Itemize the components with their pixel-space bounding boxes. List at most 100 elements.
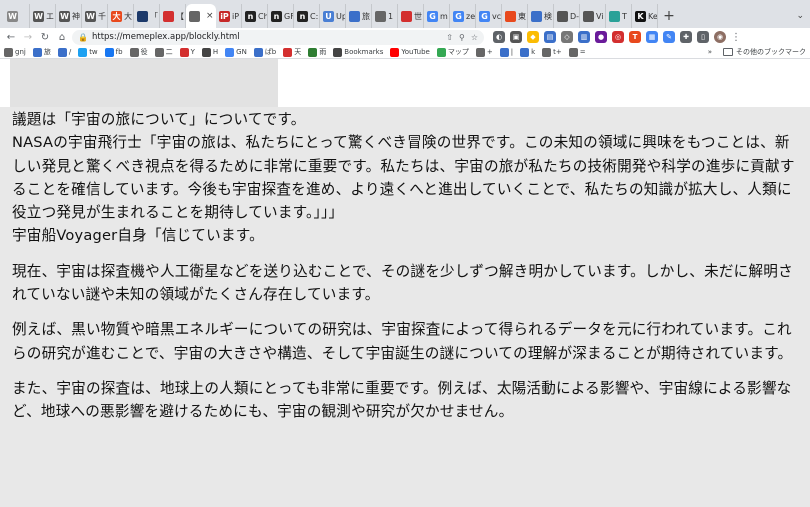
bookmark-favicon-icon (253, 47, 263, 57)
browser-tab[interactable]: n GF (268, 4, 294, 28)
extension-icon[interactable]: ▥ (578, 31, 590, 43)
bookmark-item[interactable]: | (499, 47, 513, 57)
extension-icon[interactable]: ▣ (510, 31, 522, 43)
article-quote-nasa: NASAの宇宙飛行士「宇宙の旅は、私たちにとって驚くべき冒険の世界です。この未知… (12, 134, 795, 222)
tab-favicon-icon: n (245, 10, 256, 22)
browser-tab[interactable]: U Up (320, 4, 346, 28)
zoom-icon[interactable]: ⚲ (459, 33, 465, 42)
bookmark-item[interactable]: 旅 (32, 47, 51, 57)
bookmark-item[interactable]: GN (225, 47, 247, 57)
extension-icon[interactable]: ◇ (561, 31, 573, 43)
tab-favicon-icon: G (427, 10, 438, 22)
extensions-puzzle-icon[interactable]: ✚ (680, 31, 692, 43)
bookmark-item[interactable]: gnj (4, 47, 26, 57)
tab-close-icon[interactable]: × (206, 11, 214, 21)
browser-tab[interactable]: T (606, 4, 632, 28)
browser-tab[interactable]: n Ch (242, 4, 268, 28)
new-tab-button[interactable]: + (658, 4, 680, 28)
extension-icon[interactable]: ● (595, 31, 607, 43)
bookmark-label: ぱb (264, 48, 277, 56)
bookmark-item[interactable]: 天 (283, 47, 301, 57)
tab-favicon-icon (531, 10, 542, 22)
bookmark-favicon-icon (78, 47, 88, 57)
forward-icon[interactable]: → (21, 30, 35, 44)
side-panel-icon[interactable]: ▯ (697, 31, 709, 43)
bookmark-star-icon[interactable]: ☆ (471, 33, 478, 42)
bookmark-item[interactable]: / (57, 47, 71, 57)
extension-icon[interactable]: ▦ (646, 31, 658, 43)
bookmark-item[interactable]: Y (179, 47, 195, 57)
menu-dots-icon[interactable]: ⋮ (731, 32, 741, 43)
tab-favicon-icon: iP (219, 10, 230, 22)
extension-icon[interactable]: ✎ (663, 31, 675, 43)
profile-avatar[interactable]: ◉ (714, 31, 726, 43)
bookmark-item[interactable]: ぱb (253, 47, 277, 57)
browser-tab[interactable]: n C: (294, 4, 320, 28)
reload-icon[interactable]: ↻ (38, 30, 52, 44)
bookmark-item[interactable]: Bookmarks (333, 47, 383, 57)
bookmark-favicon-icon (4, 47, 13, 57)
bookmark-item[interactable]: = (568, 47, 586, 57)
browser-tab[interactable]: 【 (160, 4, 186, 28)
bookmark-label: gnj (15, 48, 26, 56)
tab-favicon-icon (401, 10, 412, 22)
back-icon[interactable]: ← (4, 30, 18, 44)
browser-tab[interactable]: W神 (56, 4, 82, 28)
bookmark-item[interactable]: tw (78, 47, 98, 57)
browser-tab[interactable]: Gvc (476, 4, 502, 28)
browser-tab[interactable]: K Ke (632, 4, 658, 28)
bookmark-favicon-icon (520, 47, 530, 57)
browser-tab[interactable]: iP iP (216, 4, 242, 28)
bookmark-item[interactable]: 役 (129, 47, 148, 57)
tab-favicon-icon: n (271, 10, 282, 22)
browser-tab[interactable]: 検 (528, 4, 554, 28)
bookmark-item[interactable]: 雨 (308, 47, 326, 57)
browser-tab[interactable]: Wエ (30, 4, 56, 28)
bookmark-item[interactable]: k (520, 47, 535, 57)
extension-icon[interactable]: ▤ (544, 31, 556, 43)
bookmark-item[interactable]: YouTube (390, 47, 430, 57)
browser-tab[interactable]: Vi (580, 4, 606, 28)
browser-tab[interactable]: 世 (398, 4, 424, 28)
browser-tab[interactable]: Gm (424, 4, 450, 28)
bookmark-item[interactable]: 二 (154, 47, 173, 57)
extension-icon[interactable]: ◆ (527, 31, 539, 43)
address-bar[interactable]: 🔒 https://memeplex.app/blockly.html ⇧ ⚲ … (72, 29, 484, 45)
bookmark-item[interactable]: t+ (542, 47, 562, 57)
bookmark-item[interactable]: + (475, 47, 493, 57)
bookmark-favicon-icon (154, 47, 164, 57)
bookmark-label: 役 (140, 48, 148, 56)
other-bookmarks[interactable]: » その他のブックマーク (708, 47, 806, 57)
browser-tab[interactable]: × (186, 4, 216, 28)
bookmark-favicon-icon (179, 47, 189, 57)
browser-tab[interactable]: W (4, 4, 30, 28)
bookmark-item[interactable]: マップ (436, 47, 469, 57)
tab-search-icon[interactable]: ⌄ (796, 4, 804, 28)
tab-favicon-icon: U (323, 10, 334, 22)
home-icon[interactable]: ⌂ (55, 30, 69, 44)
extension-icon[interactable]: T (629, 31, 641, 43)
article-paragraph: また、宇宙の探査は、地球上の人類にとっても非常に重要です。例えば、太陽活動による… (12, 379, 792, 421)
extension-icon[interactable]: ◎ (612, 31, 624, 43)
tab-title: GF (284, 11, 294, 21)
tab-favicon-icon (557, 10, 568, 22)
browser-tab[interactable]: Gze (450, 4, 476, 28)
browser-tab[interactable]: W千 (82, 4, 108, 28)
overflow-chevron-icon[interactable]: » (708, 48, 712, 56)
bookmark-item[interactable]: H (201, 47, 218, 57)
extension-icon[interactable]: ◐ (493, 31, 505, 43)
share-icon[interactable]: ⇧ (446, 33, 453, 42)
browser-tab[interactable]: 旅 (346, 4, 372, 28)
article-paragraph: 例えば、黒い物質や暗黒エネルギーについての研究は、宇宙探査によって得られるデータ… (12, 321, 793, 362)
browser-tab[interactable]: 1 (372, 4, 398, 28)
bookmark-item[interactable]: fb (104, 47, 123, 57)
tab-title: Ke (648, 11, 658, 21)
browser-tab[interactable]: 大大 (108, 4, 134, 28)
browser-tab[interactable]: 「 (134, 4, 160, 28)
tab-favicon-icon: W (85, 10, 96, 22)
tab-title: Up (336, 11, 346, 21)
browser-tab[interactable]: D- (554, 4, 580, 28)
bookmark-label: 天 (294, 48, 302, 56)
page-content: 議題は「宇宙の旅について」についてです。 NASAの宇宙飛行士「宇宙の旅は、私た… (0, 59, 810, 507)
browser-tab[interactable]: 東 (502, 4, 528, 28)
